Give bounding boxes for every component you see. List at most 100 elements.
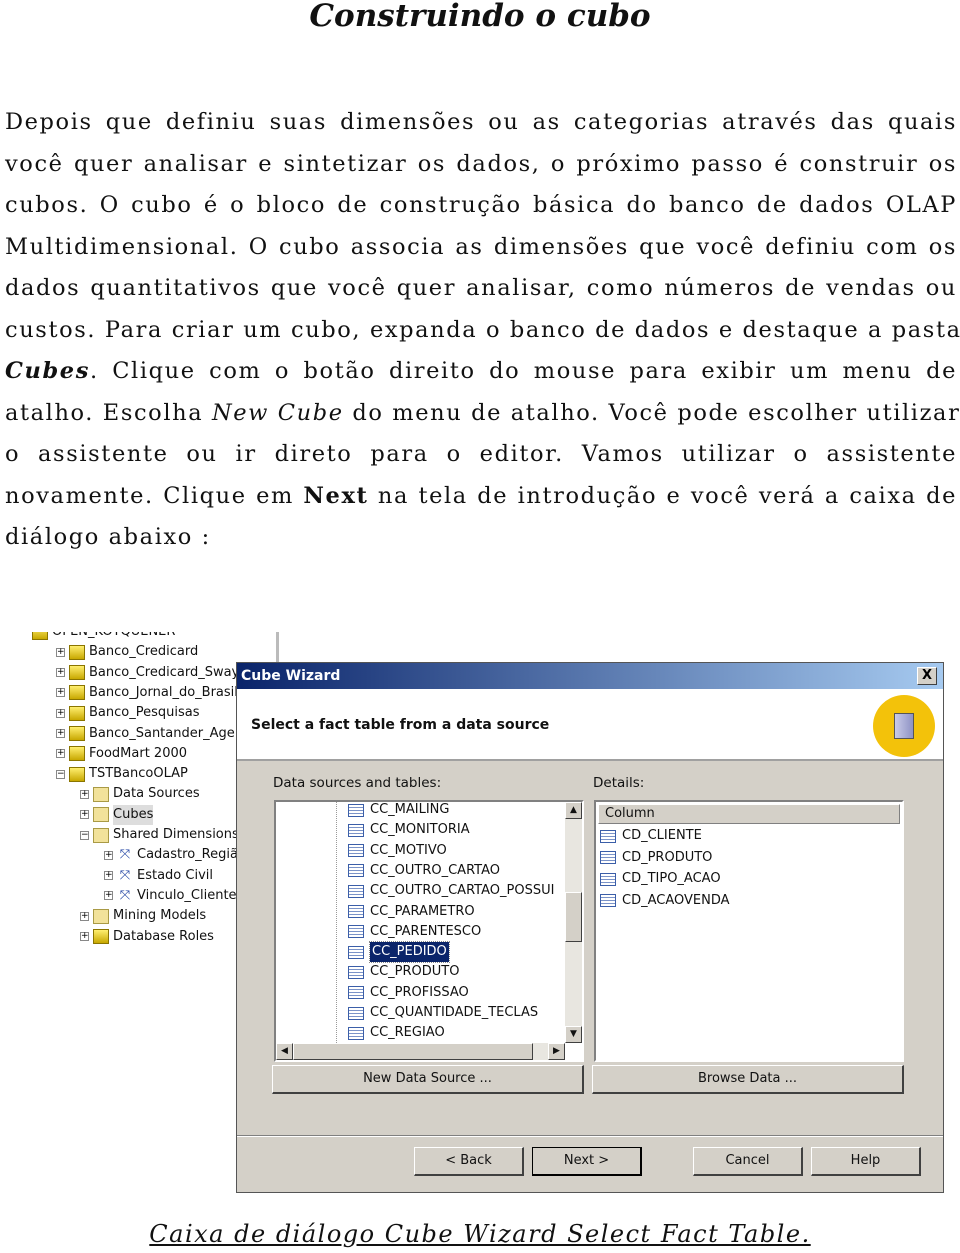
tree-item[interactable]: + Banco_Credicard xyxy=(56,642,198,662)
expand-toggle-icon[interactable]: + xyxy=(104,850,113,860)
column-list-item[interactable]: CD_ACAOVENDA xyxy=(600,891,730,911)
column-header[interactable]: Column xyxy=(598,804,900,824)
folder-icon xyxy=(93,807,109,823)
expand-toggle-icon[interactable]: + xyxy=(56,708,65,718)
column-list-item[interactable]: CD_TIPO_ACAO xyxy=(600,869,721,889)
scroll-up-button[interactable]: ▲ xyxy=(565,802,582,819)
table-name: CC_OUTRO_CARTAO_POSSUI xyxy=(370,883,555,899)
database-icon xyxy=(69,644,85,660)
table-name: CC_OUTRO_CARTAO xyxy=(370,862,500,878)
paragraph-line: novamente. Clique em Next na tela de int… xyxy=(5,476,957,518)
paragraph-line: o assistente ou ir direto para o editor.… xyxy=(5,434,957,476)
table-name: CC_PROFISSAO xyxy=(370,984,469,1000)
expand-toggle-icon[interactable]: − xyxy=(80,830,89,840)
tree-item[interactable]: + Database Roles xyxy=(80,927,214,947)
text-segment: atalho. Escolha xyxy=(5,399,212,426)
hscroll-thumb[interactable] xyxy=(293,1043,533,1060)
tree-item[interactable]: − Shared Dimensions xyxy=(80,825,239,845)
new-data-source-button[interactable]: New Data Source ... xyxy=(272,1065,584,1094)
close-button[interactable]: X xyxy=(917,667,937,685)
table-list-item[interactable]: CC_MONITORIA xyxy=(348,820,470,840)
expand-toggle-icon[interactable]: + xyxy=(56,647,65,657)
cancel-button[interactable]: Cancel xyxy=(693,1147,803,1176)
tree-item-label: Banco_Santander_Age xyxy=(89,725,235,741)
expand-toggle-icon[interactable]: − xyxy=(56,769,65,779)
tree-item[interactable]: + Banco_Santander_Age xyxy=(56,724,235,744)
expand-toggle-icon[interactable]: + xyxy=(56,668,65,678)
column-list-item[interactable]: CD_PRODUTO xyxy=(600,848,712,868)
tree-item[interactable]: OPEN_KOTQUENER xyxy=(32,632,175,642)
tree-item[interactable]: + Banco_Jornal_do_Brasil xyxy=(56,683,238,703)
column-list-item[interactable]: CD_CLIENTE xyxy=(600,826,702,846)
table-list-item[interactable]: CC_PRODUTO xyxy=(348,962,459,982)
scroll-right-button[interactable]: ▶ xyxy=(548,1043,565,1060)
paragraph-line: cubos. O cubo é o bloco de construção bá… xyxy=(5,185,957,227)
table-list-item[interactable]: CC_OUTRO_CARTAO_POSSUI xyxy=(348,881,554,901)
dimension-icon: ⤧ xyxy=(119,847,131,863)
table-list-item[interactable]: CC_REGIAO xyxy=(348,1023,445,1043)
text-segment: diálogo abaixo : xyxy=(5,524,211,550)
cube-icon xyxy=(873,695,935,757)
tree-item[interactable]: + ⤧ Cadastro_Região xyxy=(104,845,246,865)
help-button[interactable]: Help xyxy=(811,1147,921,1176)
scroll-thumb[interactable] xyxy=(565,892,582,942)
expand-toggle-icon[interactable]: + xyxy=(56,749,65,759)
database-icon xyxy=(69,726,85,741)
scroll-down-button[interactable]: ▼ xyxy=(565,1026,582,1043)
tree-item[interactable]: + Data Sources xyxy=(80,784,200,804)
table-name: CC_QUANTIDADE_TECLAS xyxy=(370,1005,539,1020)
wizard-header: Select a fact table from a data source xyxy=(237,689,943,761)
expand-toggle-icon[interactable]: + xyxy=(56,688,65,698)
tree-item[interactable]: + Mining Models xyxy=(80,906,206,926)
expand-toggle-icon[interactable]: + xyxy=(104,871,113,881)
tree-item[interactable]: + Banco_Pesquisas xyxy=(56,703,200,723)
table-list-item[interactable]: CC_MAILING xyxy=(348,800,449,820)
pane-divider xyxy=(276,632,279,662)
table-icon xyxy=(348,823,364,837)
table-name: CC_PRODUTO xyxy=(370,964,460,980)
tree-item-label: Mining Models xyxy=(113,908,207,924)
tree-item-label: Estado Civil xyxy=(137,867,213,883)
database-icon xyxy=(93,929,109,944)
details-list[interactable]: Column CD_CLIENTE CD_PRODUTO CD_TIPO_ACAO C… xyxy=(594,800,904,1062)
table-list-item[interactable]: CC_OUTRO_CARTAO xyxy=(348,861,500,881)
text-segment: Cubes xyxy=(5,358,90,384)
tree-item[interactable]: + ⤧ Vinculo_Cliente xyxy=(104,886,237,906)
scroll-left-button[interactable]: ◀ xyxy=(276,1043,293,1060)
back-button[interactable]: < Back xyxy=(414,1147,524,1176)
horizontal-scrollbar[interactable]: ◀ ▶ xyxy=(276,1043,565,1060)
expand-toggle-icon[interactable]: + xyxy=(80,911,89,921)
expand-toggle-icon[interactable]: + xyxy=(56,729,65,738)
table-list-item[interactable]: CC_PARAMETRO xyxy=(348,902,475,922)
browse-data-button[interactable]: Browse Data ... xyxy=(592,1065,904,1094)
tree-item-label: Banco_Pesquisas xyxy=(89,705,200,721)
expand-toggle-icon[interactable]: + xyxy=(104,891,113,901)
tables-list[interactable]: CC_MAILING CC_MONITORIA CC_MOTIVO CC_OUTRO_… xyxy=(274,800,584,1062)
table-list-item[interactable]: CC_QUANTIDADE_TECLAS xyxy=(348,1003,538,1023)
tree-item[interactable]: + Cubes xyxy=(80,804,154,825)
table-name: CC_MONITORIA xyxy=(370,822,470,838)
expand-toggle-icon[interactable]: + xyxy=(80,810,89,820)
body-paragraph: Depois que definiu suas dimensões ou as … xyxy=(5,102,960,559)
table-list-item[interactable]: CC_PEDIDO xyxy=(348,941,450,964)
text-segment: o assistente ou ir direto para o editor.… xyxy=(5,441,957,467)
tree-item-label: Banco_Credicard xyxy=(89,644,199,660)
next-button[interactable]: Next > xyxy=(532,1147,642,1176)
text-segment: Next xyxy=(303,482,369,509)
table-list-item[interactable]: CC_PROFISSAO xyxy=(348,983,469,1003)
tree-item[interactable]: + Banco_Credicard_Sway xyxy=(56,663,239,683)
text-segment: Multidimensional. O cubo associa as dime… xyxy=(5,233,957,260)
table-list-item[interactable]: CC_PARENTESCO xyxy=(348,922,481,942)
expand-toggle-icon[interactable]: + xyxy=(80,789,89,799)
expand-toggle-icon[interactable]: + xyxy=(80,932,89,941)
column-name: CD_CLIENTE xyxy=(622,828,702,843)
database-icon xyxy=(69,705,85,721)
table-list-item[interactable]: CC_MOTIVO xyxy=(348,841,447,861)
tree-item[interactable]: + ⤧ Estado Civil xyxy=(104,866,213,886)
dimension-icon: ⤧ xyxy=(119,867,131,883)
paragraph-line: Multidimensional. O cubo associa as dime… xyxy=(5,227,957,269)
tree-item[interactable]: − TSTBancoOLAP xyxy=(56,764,188,784)
vertical-scrollbar[interactable]: ▲ ▼ xyxy=(565,802,582,1043)
tree-item-label: Vinculo_Cliente xyxy=(137,887,237,903)
tree-item[interactable]: + FoodMart 2000 xyxy=(56,744,187,764)
